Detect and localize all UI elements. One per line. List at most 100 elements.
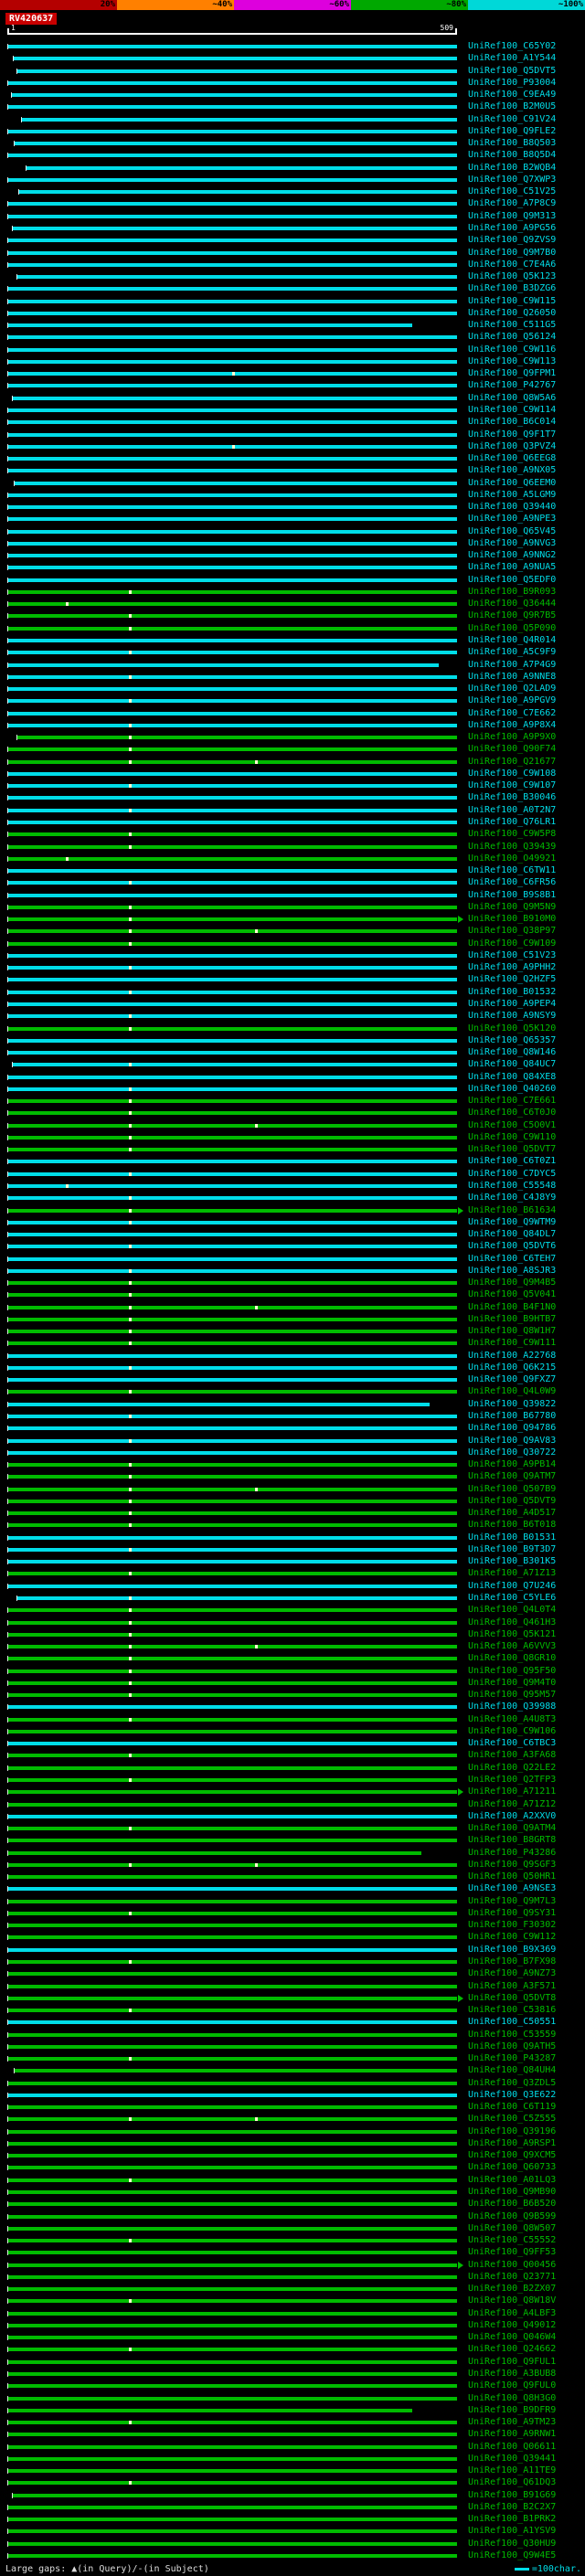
hit-accession-label[interactable]: UniRef100_A9RNW1 bbox=[468, 2429, 556, 2440]
hit-accession-label[interactable]: UniRef100_Q9FLE2 bbox=[468, 126, 556, 137]
hit-accession-label[interactable]: UniRef100_Q06611 bbox=[468, 2442, 556, 2453]
hit-accession-label[interactable]: UniRef100_B9S8B1 bbox=[468, 890, 556, 901]
alignment-bar[interactable] bbox=[11, 2492, 457, 2498]
hit-accession-label[interactable]: UniRef100_Q9XCM5 bbox=[468, 2150, 556, 2161]
hit-accession-label[interactable]: UniRef100_Q4L0W9 bbox=[468, 1386, 556, 1397]
hit-accession-label[interactable]: UniRef100_Q7XWP3 bbox=[468, 175, 556, 186]
hit-accession-label[interactable]: UniRef100_B67780 bbox=[468, 1411, 556, 1422]
hit-accession-label[interactable]: UniRef100_P43287 bbox=[468, 2053, 556, 2064]
alignment-bar[interactable] bbox=[7, 2407, 412, 2413]
alignment-bar[interactable] bbox=[7, 1753, 457, 1759]
alignment-bar[interactable] bbox=[7, 516, 457, 523]
hit-accession-label[interactable]: UniRef100_Q30722 bbox=[468, 1447, 556, 1458]
alignment-bar[interactable] bbox=[7, 795, 457, 801]
hit-accession-label[interactable]: UniRef100_C5O0V1 bbox=[468, 1120, 556, 1131]
hit-accession-label[interactable]: UniRef100_Q49012 bbox=[468, 2320, 556, 2331]
hit-accession-label[interactable]: UniRef100_B9DFR9 bbox=[468, 2405, 556, 2416]
alignment-bar[interactable] bbox=[12, 56, 457, 62]
hit-accession-label[interactable]: UniRef100_A1Y544 bbox=[468, 53, 556, 64]
alignment-bar[interactable] bbox=[7, 528, 457, 535]
alignment-bar[interactable] bbox=[7, 1414, 457, 1420]
alignment-bar[interactable] bbox=[7, 492, 457, 498]
hit-accession-label[interactable]: UniRef100_C9W115 bbox=[468, 296, 556, 307]
hit-accession-label[interactable]: UniRef100_Q9FXZ7 bbox=[468, 1374, 556, 1385]
hit-accession-label[interactable]: UniRef100_C9W110 bbox=[468, 1132, 556, 1143]
hit-accession-label[interactable]: UniRef100_Q65V45 bbox=[468, 526, 556, 537]
alignment-bar[interactable] bbox=[7, 1668, 457, 1674]
alignment-bar[interactable] bbox=[7, 1171, 457, 1177]
hit-accession-label[interactable]: UniRef100_Q9M5N9 bbox=[468, 902, 556, 913]
alignment-bar[interactable] bbox=[20, 116, 457, 122]
alignment-bar[interactable] bbox=[7, 904, 457, 910]
hit-accession-label[interactable]: UniRef100_C91V24 bbox=[468, 114, 556, 125]
alignment-bar[interactable] bbox=[7, 638, 457, 644]
hit-accession-label[interactable]: UniRef100_Q8W146 bbox=[468, 1047, 556, 1058]
hit-accession-label[interactable]: UniRef100_A4LBF3 bbox=[468, 2308, 556, 2319]
alignment-bar[interactable] bbox=[7, 1486, 457, 1492]
alignment-bar[interactable] bbox=[7, 1098, 457, 1105]
alignment-bar[interactable] bbox=[7, 456, 457, 462]
alignment-bar[interactable] bbox=[7, 2104, 457, 2111]
alignment-bar[interactable] bbox=[7, 673, 457, 680]
hit-accession-label[interactable]: UniRef100_C6T119 bbox=[468, 2102, 556, 2113]
alignment-bar[interactable] bbox=[7, 2165, 457, 2171]
hit-accession-label[interactable]: UniRef100_A3FA68 bbox=[468, 1750, 556, 1761]
hit-accession-label[interactable]: UniRef100_Q4R014 bbox=[468, 635, 556, 646]
hit-accession-label[interactable]: UniRef100_C51V25 bbox=[468, 186, 556, 197]
alignment-bar[interactable] bbox=[7, 2177, 457, 2183]
alignment-bar[interactable] bbox=[7, 1377, 457, 1383]
alignment-bar[interactable] bbox=[7, 650, 457, 656]
alignment-bar[interactable] bbox=[7, 1826, 457, 1832]
alignment-bar[interactable] bbox=[7, 2080, 457, 2086]
hit-accession-label[interactable]: UniRef100_C53559 bbox=[468, 2030, 556, 2041]
hit-accession-label[interactable]: UniRef100_C9W111 bbox=[468, 1338, 556, 1349]
hit-accession-label[interactable]: UniRef100_C6T0Z1 bbox=[468, 1156, 556, 1167]
hit-accession-label[interactable]: UniRef100_Q9AV83 bbox=[468, 1436, 556, 1447]
hit-accession-label[interactable]: UniRef100_Q9ATM4 bbox=[468, 1823, 556, 1834]
alignment-bar[interactable] bbox=[7, 310, 457, 316]
alignment-bar[interactable] bbox=[7, 1013, 457, 1020]
alignment-bar[interactable] bbox=[7, 601, 457, 608]
hit-accession-label[interactable]: UniRef100_C7E4A6 bbox=[468, 260, 556, 270]
hit-accession-label[interactable]: UniRef100_A9P8X4 bbox=[468, 720, 556, 731]
hit-accession-label[interactable]: UniRef100_A9PB14 bbox=[468, 1459, 556, 1470]
hit-accession-label[interactable]: UniRef100_C9W116 bbox=[468, 345, 556, 355]
hit-accession-label[interactable]: UniRef100_C9W5P8 bbox=[468, 829, 556, 840]
alignment-bar[interactable] bbox=[7, 238, 457, 244]
hit-accession-label[interactable]: UniRef100_Q76LR1 bbox=[468, 817, 556, 828]
alignment-bar[interactable] bbox=[7, 1389, 457, 1395]
alignment-bar[interactable] bbox=[7, 1850, 421, 1856]
hit-accession-label[interactable]: UniRef100_Q5DVT6 bbox=[468, 1241, 556, 1252]
hit-accession-label[interactable]: UniRef100_Q65357 bbox=[468, 1035, 556, 1046]
alignment-bar[interactable] bbox=[7, 1207, 457, 1214]
hit-accession-label[interactable]: UniRef100_Q22LE2 bbox=[468, 1763, 556, 1774]
hit-accession-label[interactable]: UniRef100_A9PGV9 bbox=[468, 695, 556, 706]
hit-accession-label[interactable]: UniRef100_Q6K215 bbox=[468, 1362, 556, 1373]
hit-accession-label[interactable]: UniRef100_A71211 bbox=[468, 1786, 556, 1797]
hit-accession-label[interactable]: UniRef100_Q5V041 bbox=[468, 1289, 556, 1300]
alignment-bar[interactable] bbox=[7, 2310, 457, 2316]
hit-accession-label[interactable]: UniRef100_Q9MB90 bbox=[468, 2187, 556, 2198]
alignment-bar[interactable] bbox=[18, 189, 457, 196]
alignment-bar[interactable] bbox=[7, 2455, 457, 2462]
alignment-bar[interactable] bbox=[7, 213, 457, 219]
hit-accession-label[interactable]: UniRef100_C9W109 bbox=[468, 938, 556, 949]
hit-accession-label[interactable]: UniRef100_Q60733 bbox=[468, 2162, 556, 2173]
alignment-bar[interactable] bbox=[7, 80, 457, 86]
hit-accession-label[interactable]: UniRef100_C4J8Y9 bbox=[468, 1193, 556, 1203]
hit-accession-label[interactable]: UniRef100_Q9SGF3 bbox=[468, 1860, 556, 1871]
alignment-bar[interactable] bbox=[7, 565, 457, 571]
alignment-bar[interactable] bbox=[7, 1182, 457, 1189]
hit-accession-label[interactable]: UniRef100_A22768 bbox=[468, 1351, 556, 1362]
alignment-bar[interactable] bbox=[7, 662, 440, 668]
hit-accession-label[interactable]: UniRef100_C7E662 bbox=[468, 708, 556, 719]
hit-accession-label[interactable]: UniRef100_Q9ZVS9 bbox=[468, 235, 556, 246]
hit-accession-label[interactable]: UniRef100_C55552 bbox=[468, 2235, 556, 2246]
alignment-bar[interactable] bbox=[7, 940, 457, 947]
alignment-bar[interactable] bbox=[7, 1971, 457, 1977]
alignment-bar[interactable] bbox=[7, 1923, 457, 1929]
alignment-bar[interactable] bbox=[7, 104, 457, 111]
hit-accession-label[interactable]: UniRef100_Q7U246 bbox=[468, 1581, 556, 1592]
hit-accession-label[interactable]: UniRef100_Q9M7B0 bbox=[468, 248, 556, 259]
alignment-bar[interactable] bbox=[7, 2298, 457, 2305]
